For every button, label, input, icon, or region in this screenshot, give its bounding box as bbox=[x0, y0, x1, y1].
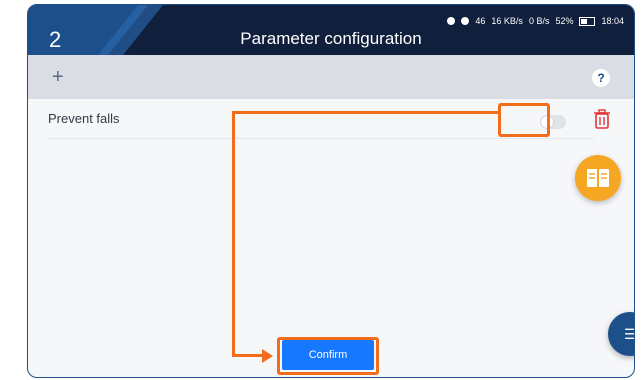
status-bar: 46 16 KB/s 0 B/s 52% 18:04 bbox=[447, 16, 624, 26]
help-icon[interactable]: ? bbox=[592, 69, 610, 87]
battery-icon bbox=[579, 16, 596, 26]
notification-icon bbox=[447, 17, 456, 25]
net-speed-2: 0 B/s bbox=[528, 16, 550, 26]
manual-book-button[interactable] bbox=[575, 155, 621, 201]
trash-icon[interactable] bbox=[594, 109, 610, 129]
annotation-line-horizontal-top bbox=[232, 111, 500, 114]
menu-icon: ☰ bbox=[624, 326, 634, 343]
top-bar: 2 Parameter configuration 46 16 KB/s 0 B… bbox=[28, 5, 634, 55]
plus-icon[interactable]: + bbox=[52, 67, 64, 87]
annotation-arrow-head bbox=[262, 349, 273, 363]
annotation-toggle-highlight bbox=[498, 103, 550, 137]
setting-label: Prevent falls bbox=[48, 111, 120, 126]
signal-text: 46 bbox=[475, 16, 486, 26]
clock: 18:04 bbox=[601, 16, 624, 26]
net-speed-1: 16 KB/s bbox=[491, 16, 523, 26]
toolbar: + ? bbox=[28, 55, 634, 99]
annotation-confirm-highlight bbox=[277, 337, 379, 375]
annotation-line-vertical bbox=[232, 111, 235, 356]
book-icon bbox=[587, 169, 609, 187]
row-divider bbox=[48, 138, 594, 139]
annotation-line-horizontal-bottom bbox=[232, 354, 264, 357]
location-icon bbox=[461, 17, 470, 25]
app-window: 2 Parameter configuration 46 16 KB/s 0 B… bbox=[27, 4, 635, 378]
menu-fab[interactable]: ☰ bbox=[608, 312, 634, 356]
battery-text: 52% bbox=[555, 16, 574, 26]
page-title: Parameter configuration bbox=[240, 29, 422, 48]
